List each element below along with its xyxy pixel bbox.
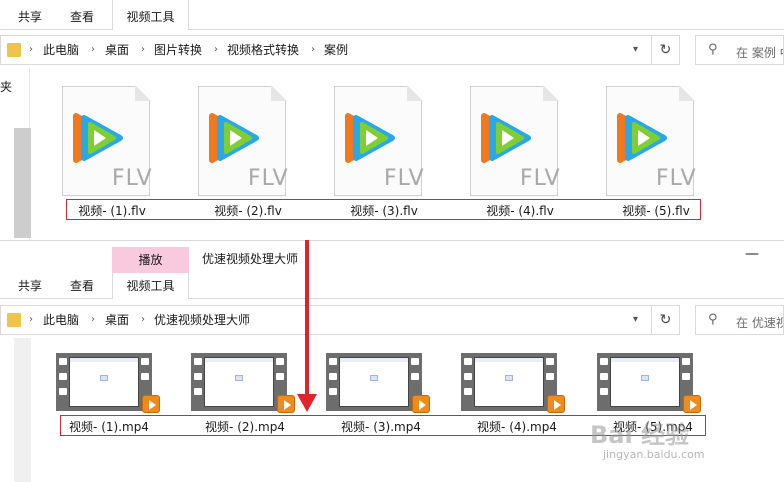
flv-badge: FLV — [384, 166, 425, 191]
file-name-mp4-2[interactable]: 视频- (2).mp4 — [190, 418, 300, 435]
navigation-pane[interactable] — [0, 338, 31, 482]
chevron-right-icon: › — [214, 44, 218, 55]
tencent-video-icon — [209, 113, 259, 163]
flv-badge: FLV — [656, 166, 697, 191]
file-name-flv-1[interactable]: 视频- (1).flv — [62, 202, 162, 219]
file-icon-flv-1[interactable]: FLV — [62, 85, 153, 196]
context-tab-play[interactable]: 播放 — [112, 247, 189, 273]
play-icon — [547, 395, 565, 413]
folder-icon — [7, 313, 21, 327]
chevron-right-icon: › — [91, 314, 95, 325]
search-placeholder: 在 优速视 — [736, 316, 784, 330]
file-icon-flv-2[interactable]: FLV — [198, 85, 289, 196]
chevron-right-icon: › — [29, 44, 33, 55]
tencent-video-icon — [481, 113, 531, 163]
chevron-right-icon: › — [141, 44, 145, 55]
file-name-flv-2[interactable]: 视频- (2).flv — [198, 202, 298, 219]
breadcrumb-desktop[interactable]: 桌面 — [105, 306, 129, 334]
chevron-down-icon[interactable]: ▾ — [633, 306, 638, 334]
address-bar[interactable]: › 此电脑 › 桌面 › 优速视频处理大师 ▾ — [0, 305, 652, 335]
baidu-watermark-url: jingyan.baidu.com — [603, 448, 705, 461]
video-thumbnail — [204, 357, 274, 407]
tencent-video-icon — [345, 113, 395, 163]
chevron-right-icon: › — [29, 314, 33, 325]
breadcrumb-this-pc[interactable]: 此电脑 — [43, 306, 79, 334]
arrow-down-icon — [297, 394, 317, 412]
file-icon-mp4-2[interactable] — [191, 353, 295, 413]
file-name-flv-3[interactable]: 视频- (3).flv — [334, 202, 434, 219]
breadcrumb-cases[interactable]: 案例 — [324, 36, 348, 64]
file-name-mp4-1[interactable]: 视频- (1).mp4 — [54, 418, 164, 435]
video-thumbnail — [474, 357, 544, 407]
conversion-arrow-shaft — [305, 240, 309, 400]
address-bar[interactable]: › 此电脑 › 桌面 › 图片转换 › 视频格式转换 › 案例 ▾ — [0, 35, 652, 65]
breadcrumb-this-pc[interactable]: 此电脑 — [43, 36, 79, 64]
search-input[interactable]: ⚲ 在 案例 中 — [695, 35, 784, 65]
file-icon-flv-3[interactable]: FLV — [334, 85, 425, 196]
search-input[interactable]: ⚲ 在 优速视 — [695, 305, 784, 335]
tab-view[interactable]: 查看 — [60, 0, 104, 30]
ribbon-tabs: 播放 优速视频处理大师 — 共享 查看 视频工具 — [0, 241, 784, 299]
flv-badge: FLV — [248, 166, 289, 191]
baidu-watermark: Bai 经验 — [590, 421, 690, 449]
file-icon-flv-4[interactable]: FLV — [470, 85, 561, 196]
refresh-icon[interactable]: ↻ — [652, 305, 680, 335]
flv-badge: FLV — [112, 166, 153, 191]
tab-video-tools[interactable]: 视频工具 — [112, 0, 189, 30]
minimize-button[interactable]: — — [740, 243, 764, 267]
refresh-icon[interactable]: ↻ — [652, 35, 680, 65]
chevron-right-icon: › — [141, 314, 145, 325]
breadcrumb-app-folder[interactable]: 优速视频处理大师 — [154, 306, 250, 334]
tab-view[interactable]: 查看 — [60, 273, 104, 299]
folder-icon — [7, 43, 21, 57]
breadcrumb-image-convert[interactable]: 图片转换 — [154, 36, 202, 64]
tab-share[interactable]: 共享 — [8, 0, 52, 30]
video-thumbnail — [339, 357, 409, 407]
search-icon: ⚲ — [708, 42, 718, 57]
file-icon-mp4-5[interactable] — [597, 353, 701, 413]
play-icon — [277, 395, 295, 413]
window-title: 优速视频处理大师 — [202, 252, 299, 266]
play-icon — [412, 395, 430, 413]
ribbon-tabs: 共享 查看 视频工具 — [0, 0, 784, 30]
nav-scrollbar[interactable] — [14, 128, 31, 238]
tab-video-tools[interactable]: 视频工具 — [112, 273, 189, 299]
chevron-down-icon[interactable]: ▾ — [633, 36, 638, 64]
explorer-window-top: 共享 查看 视频工具 › 此电脑 › 桌面 › 图片转换 › 视频格式转换 › … — [0, 0, 784, 240]
nav-scrollbar-track[interactable] — [14, 338, 31, 482]
file-icon-mp4-4[interactable] — [461, 353, 565, 413]
flv-badge: FLV — [520, 166, 561, 191]
breadcrumb-video-format-convert[interactable]: 视频格式转换 — [227, 36, 299, 64]
file-icon-flv-5[interactable]: FLV — [606, 85, 697, 196]
video-thumbnail — [69, 357, 139, 407]
navigation-pane[interactable]: 夹 — [0, 68, 31, 240]
search-icon: ⚲ — [708, 312, 718, 327]
tencent-video-icon — [617, 113, 667, 163]
chevron-right-icon: › — [311, 44, 315, 55]
file-icon-mp4-3[interactable] — [326, 353, 430, 413]
play-icon — [683, 395, 701, 413]
chevron-right-icon: › — [91, 44, 95, 55]
play-icon — [142, 395, 160, 413]
file-name-mp4-3[interactable]: 视频- (3).mp4 — [326, 418, 436, 435]
tencent-video-icon — [73, 113, 123, 163]
file-name-flv-5[interactable]: 视频- (5).flv — [606, 202, 706, 219]
file-name-mp4-4[interactable]: 视频- (4).mp4 — [462, 418, 572, 435]
video-thumbnail — [610, 357, 680, 407]
tab-share[interactable]: 共享 — [8, 273, 52, 299]
nav-item-fragment[interactable]: 夹 — [0, 78, 12, 95]
breadcrumb-desktop[interactable]: 桌面 — [105, 36, 129, 64]
file-icon-mp4-1[interactable] — [56, 353, 160, 413]
file-name-flv-4[interactable]: 视频- (4).flv — [470, 202, 570, 219]
search-placeholder: 在 案例 中 — [736, 46, 783, 60]
